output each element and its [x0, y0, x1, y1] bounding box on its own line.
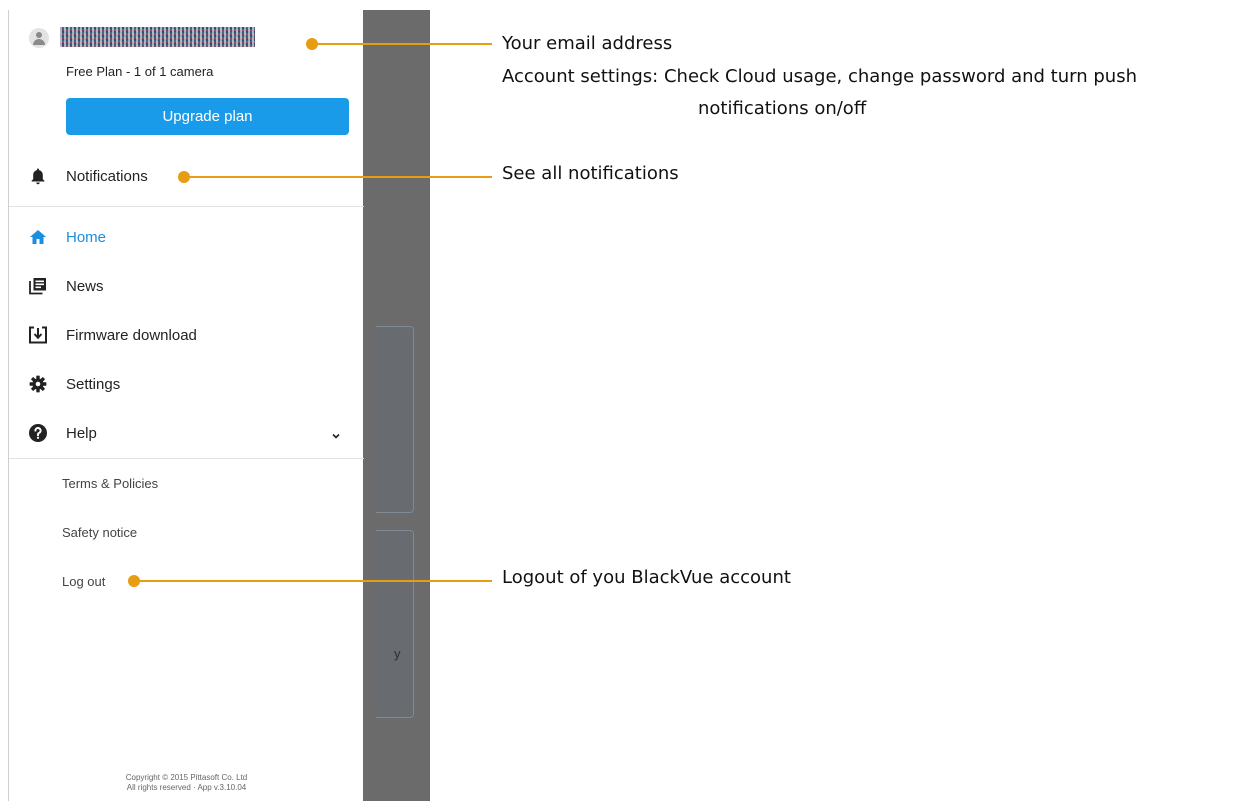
chevron-down-icon[interactable]	[331, 428, 341, 439]
navigation-drawer: Free Plan - 1 of 1 camera Upgrade plan N…	[8, 10, 364, 801]
upgrade-plan-button[interactable]: Upgrade plan	[66, 98, 349, 135]
annotation-email-title: Your email address	[502, 33, 673, 54]
menu-item-home[interactable]: Home	[9, 219, 364, 255]
menu-label-notifications: Notifications	[66, 167, 148, 185]
menu-item-settings[interactable]: Settings	[9, 366, 364, 402]
bell-icon	[28, 166, 48, 186]
avatar-icon[interactable]	[29, 28, 49, 48]
download-box-icon	[28, 325, 48, 345]
background-card-text: y	[394, 646, 401, 661]
copyright-line: Copyright © 2015 Pittasoft Co. Ltd	[125, 773, 248, 782]
app-version-line: All rights reserved · App v.3.10.04	[126, 783, 247, 792]
plan-label: Free Plan - 1 of 1 camera	[66, 64, 214, 79]
safety-notice-link[interactable]: Safety notice	[62, 525, 137, 540]
help-circle-icon	[28, 423, 48, 443]
annotation-leader-line	[134, 580, 492, 582]
menu-label-help: Help	[66, 424, 97, 442]
menu-label-firmware: Firmware download	[66, 326, 197, 344]
annotation-email-detail: Account settings: Check Cloud usage, cha…	[502, 66, 1137, 87]
menu-label-news: News	[66, 277, 104, 295]
logout-link[interactable]: Log out	[62, 574, 105, 589]
menu-label-home: Home	[66, 228, 107, 246]
annotation-logout: Logout of you BlackVue account	[502, 567, 791, 588]
menu-item-news[interactable]: News	[9, 268, 364, 304]
divider	[9, 458, 364, 459]
annotation-dot	[128, 575, 140, 587]
copyright-footer: Copyright © 2015 Pittasoft Co. Ltd All r…	[9, 773, 364, 793]
email-redacted[interactable]	[60, 27, 255, 47]
annotation-dot	[306, 38, 318, 50]
news-icon	[28, 276, 48, 296]
gear-icon	[28, 374, 48, 394]
phone-screen: y Free Plan - 1 of 1 camera Upgrade plan…	[8, 10, 430, 801]
menu-item-help[interactable]: Help	[9, 415, 364, 451]
background-card	[376, 530, 414, 718]
divider	[9, 206, 364, 207]
annotation-dot	[178, 171, 190, 183]
annotation-notifications: See all notifications	[502, 163, 679, 184]
menu-item-firmware-download[interactable]: Firmware download	[9, 317, 364, 353]
menu-label-settings: Settings	[66, 375, 121, 393]
terms-policies-link[interactable]: Terms & Policies	[62, 476, 158, 491]
background-card	[376, 326, 414, 513]
annotation-leader-line	[184, 176, 492, 178]
home-icon	[28, 227, 48, 247]
annotation-leader-line	[312, 43, 492, 45]
annotation-email-detail-cont: notifications on/off	[698, 98, 867, 119]
